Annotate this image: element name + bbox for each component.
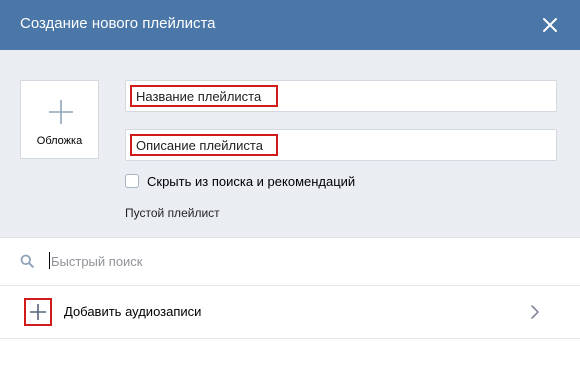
- add-audio-row[interactable]: Добавить аудиозаписи: [0, 286, 580, 339]
- cover-label: Обложка: [36, 135, 83, 147]
- quick-search-input[interactable]: [50, 250, 552, 272]
- search-icon: [20, 254, 34, 268]
- hide-from-search-checkbox[interactable]: [125, 174, 139, 188]
- chevron-right-icon: [531, 305, 539, 319]
- plus-icon: [49, 100, 73, 124]
- add-audio-label: Добавить аудиозаписи: [64, 304, 202, 319]
- playlist-description-input[interactable]: [130, 134, 278, 156]
- playlist-info-panel: Обложка Скрыть из поиска и рекомендаций …: [0, 50, 580, 238]
- cover-upload-button[interactable]: Обложка: [20, 80, 99, 159]
- plus-icon: [24, 298, 52, 326]
- create-playlist-dialog: Создание нового плейлиста Обложка Скрыть…: [0, 0, 580, 383]
- hide-from-search-label: Скрыть из поиска и рекомендаций: [147, 174, 356, 189]
- close-icon[interactable]: [538, 13, 562, 37]
- playlist-description-field: [125, 129, 557, 161]
- quick-search-bar: [0, 238, 580, 286]
- playlist-name-field: [125, 80, 557, 112]
- empty-playlist-text: Пустой плейлист: [125, 206, 220, 220]
- dialog-header: Создание нового плейлиста: [0, 0, 580, 50]
- dialog-title: Создание нового плейлиста: [20, 15, 216, 32]
- playlist-name-input[interactable]: [130, 85, 278, 107]
